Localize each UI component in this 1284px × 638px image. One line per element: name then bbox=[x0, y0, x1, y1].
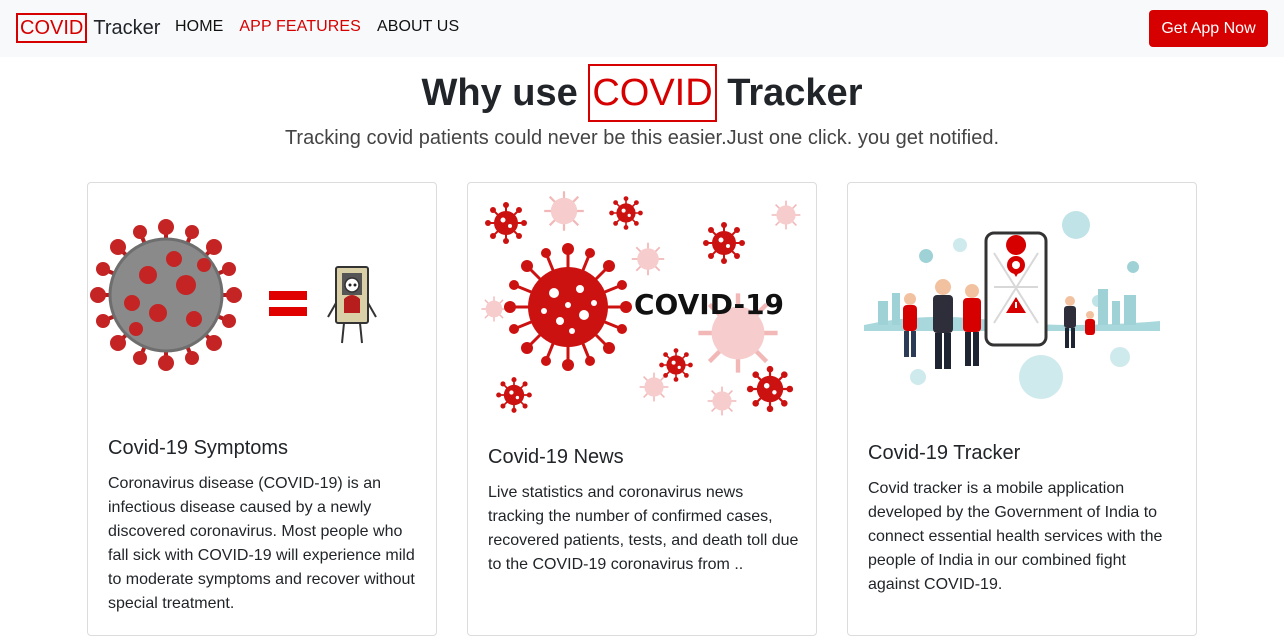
card-tracker: Covid-19 Tracker Covid tracker is a mobi… bbox=[847, 182, 1197, 636]
brand-box-text: COVID bbox=[16, 13, 88, 43]
page-subtitle: Tracking covid patients could never be t… bbox=[284, 127, 1000, 149]
card-title: Covid-19 News bbox=[488, 446, 624, 468]
title-before: Why use bbox=[421, 72, 578, 114]
card-news: COVID-19 Covid-19 News Live statistics a… bbox=[467, 182, 817, 636]
navbar: COVID Tracker HOME APP FEATURES ABOUT US… bbox=[0, 0, 1284, 57]
brand-text: Tracker bbox=[93, 16, 161, 39]
title-after: Tracker bbox=[727, 72, 863, 114]
covid-19-virus-banner-icon: COVID-19 bbox=[480, 190, 802, 417]
title-boxed-covid: COVID bbox=[588, 64, 717, 122]
nav-link-home[interactable]: HOME bbox=[175, 18, 223, 36]
brand-logo[interactable]: COVID Tracker bbox=[16, 12, 160, 44]
card-title: Covid-19 Tracker bbox=[868, 442, 1021, 464]
people-with-phone-tracker-illustration-icon bbox=[864, 211, 1160, 399]
card-text: Coronavirus disease (COVID-19) is an inf… bbox=[108, 475, 415, 612]
card-symptoms: Covid-19 Symptoms Coronavirus disease (C… bbox=[87, 182, 437, 636]
card-text: Covid tracker is a mobile application de… bbox=[868, 480, 1163, 593]
card-text: Live statistics and coronavirus news tra… bbox=[488, 484, 799, 573]
page-title: Why use COVID Tracker bbox=[0, 62, 1284, 124]
banner-caption: COVID-19 bbox=[634, 288, 784, 321]
nav-links: HOME APP FEATURES ABOUT US bbox=[175, 18, 459, 36]
nav-link-app-features[interactable]: APP FEATURES bbox=[239, 18, 361, 36]
nav-link-about-us[interactable]: ABOUT US bbox=[377, 18, 459, 36]
card-title: Covid-19 Symptoms bbox=[108, 437, 289, 459]
virus-equals-sick-person-illustration-icon bbox=[90, 219, 377, 371]
get-app-now-button[interactable]: Get App Now bbox=[1149, 10, 1268, 47]
